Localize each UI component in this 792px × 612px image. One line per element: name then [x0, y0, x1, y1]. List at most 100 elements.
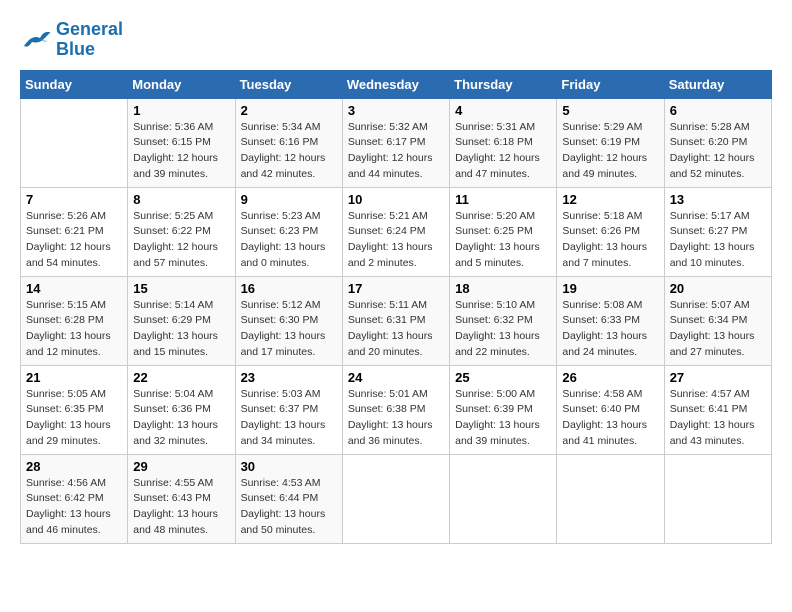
day-info: Sunrise: 5:05 AMSunset: 6:35 PMDaylight:…	[26, 387, 122, 450]
calendar-cell: 23Sunrise: 5:03 AMSunset: 6:37 PMDayligh…	[235, 365, 342, 454]
calendar-cell: 3Sunrise: 5:32 AMSunset: 6:17 PMDaylight…	[342, 98, 449, 187]
calendar-cell: 27Sunrise: 4:57 AMSunset: 6:41 PMDayligh…	[664, 365, 771, 454]
day-number: 5	[562, 103, 658, 118]
logo-icon	[20, 26, 52, 54]
day-info: Sunrise: 5:07 AMSunset: 6:34 PMDaylight:…	[670, 298, 766, 361]
calendar-header: SundayMondayTuesdayWednesdayThursdayFrid…	[21, 70, 772, 98]
calendar-cell: 7 Sunrise: 5:26 AMSunset: 6:21 PMDaylight…	[21, 187, 128, 276]
day-info: Sunrise: 5:10 AMSunset: 6:32 PMDaylight:…	[455, 298, 551, 361]
calendar-cell: 25 Sunrise: 5:00 AMSunset: 6:39 PMDayligh…	[450, 365, 557, 454]
calendar-week: 7 Sunrise: 5:26 AMSunset: 6:21 PMDaylight…	[21, 187, 772, 276]
calendar-cell: 18 Sunrise: 5:10 AMSunset: 6:32 PMDayligh…	[450, 276, 557, 365]
calendar-cell: 6 Sunrise: 5:28 AMSunset: 6:20 PMDaylight…	[664, 98, 771, 187]
calendar-cell: 16 Sunrise: 5:12 AMSunset: 6:30 PMDayligh…	[235, 276, 342, 365]
day-info: Sunrise: 5:28 AMSunset: 6:20 PMDaylight:…	[670, 120, 766, 183]
day-info: Sunrise: 5:04 AMSunset: 6:36 PMDaylight:…	[133, 387, 229, 450]
page-header: General Blue	[20, 20, 772, 60]
day-number: 13	[670, 192, 766, 207]
day-number: 11	[455, 192, 551, 207]
calendar-table: SundayMondayTuesdayWednesdayThursdayFrid…	[20, 70, 772, 544]
calendar-cell: 28 Sunrise: 4:56 AMSunset: 6:42 PMDayligh…	[21, 454, 128, 543]
calendar-cell: 14 Sunrise: 5:15 AMSunset: 6:28 PMDayligh…	[21, 276, 128, 365]
day-info: Sunrise: 5:12 AMSunset: 6:30 PMDaylight:…	[241, 298, 337, 361]
day-info: Sunrise: 4:53 AMSunset: 6:44 PMDaylight:…	[241, 476, 337, 539]
day-info: Sunrise: 5:21 AMSunset: 6:24 PMDaylight:…	[348, 209, 444, 272]
day-info: Sunrise: 5:32 AMSunset: 6:17 PMDaylight:…	[348, 120, 444, 183]
calendar-week: 14 Sunrise: 5:15 AMSunset: 6:28 PMDayligh…	[21, 276, 772, 365]
calendar-cell: 29Sunrise: 4:55 AMSunset: 6:43 PMDayligh…	[128, 454, 235, 543]
calendar-cell	[21, 98, 128, 187]
day-info: Sunrise: 5:03 AMSunset: 6:37 PMDaylight:…	[241, 387, 337, 450]
day-number: 21	[26, 370, 122, 385]
day-info: Sunrise: 4:58 AMSunset: 6:40 PMDaylight:…	[562, 387, 658, 450]
day-info: Sunrise: 4:56 AMSunset: 6:42 PMDaylight:…	[26, 476, 122, 539]
day-info: Sunrise: 5:08 AMSunset: 6:33 PMDaylight:…	[562, 298, 658, 361]
calendar-cell: 26 Sunrise: 4:58 AMSunset: 6:40 PMDayligh…	[557, 365, 664, 454]
day-number: 12	[562, 192, 658, 207]
day-info: Sunrise: 5:14 AMSunset: 6:29 PMDaylight:…	[133, 298, 229, 361]
day-number: 14	[26, 281, 122, 296]
weekday-header: Wednesday	[342, 70, 449, 98]
calendar-cell: 1 Sunrise: 5:36 AMSunset: 6:15 PMDaylight…	[128, 98, 235, 187]
calendar-cell: 24 Sunrise: 5:01 AMSunset: 6:38 PMDayligh…	[342, 365, 449, 454]
calendar-cell: 12 Sunrise: 5:18 AMSunset: 6:26 PMDayligh…	[557, 187, 664, 276]
day-number: 20	[670, 281, 766, 296]
day-number: 7	[26, 192, 122, 207]
calendar-cell: 10Sunrise: 5:21 AMSunset: 6:24 PMDayligh…	[342, 187, 449, 276]
calendar-week: 1 Sunrise: 5:36 AMSunset: 6:15 PMDaylight…	[21, 98, 772, 187]
calendar-cell	[664, 454, 771, 543]
day-info: Sunrise: 5:01 AMSunset: 6:38 PMDaylight:…	[348, 387, 444, 450]
calendar-cell: 4 Sunrise: 5:31 AMSunset: 6:18 PMDaylight…	[450, 98, 557, 187]
day-info: Sunrise: 5:18 AMSunset: 6:26 PMDaylight:…	[562, 209, 658, 272]
day-number: 6	[670, 103, 766, 118]
day-info: Sunrise: 5:20 AMSunset: 6:25 PMDaylight:…	[455, 209, 551, 272]
day-info: Sunrise: 4:55 AMSunset: 6:43 PMDaylight:…	[133, 476, 229, 539]
day-number: 4	[455, 103, 551, 118]
calendar-cell: 11 Sunrise: 5:20 AMSunset: 6:25 PMDayligh…	[450, 187, 557, 276]
calendar-cell: 5 Sunrise: 5:29 AMSunset: 6:19 PMDaylight…	[557, 98, 664, 187]
day-info: Sunrise: 5:25 AMSunset: 6:22 PMDaylight:…	[133, 209, 229, 272]
day-number: 28	[26, 459, 122, 474]
day-number: 18	[455, 281, 551, 296]
calendar-cell: 30 Sunrise: 4:53 AMSunset: 6:44 PMDayligh…	[235, 454, 342, 543]
day-number: 17	[348, 281, 444, 296]
day-number: 27	[670, 370, 766, 385]
day-number: 30	[241, 459, 337, 474]
calendar-cell: 21 Sunrise: 5:05 AMSunset: 6:35 PMDayligh…	[21, 365, 128, 454]
logo: General Blue	[20, 20, 123, 60]
day-info: Sunrise: 5:29 AMSunset: 6:19 PMDaylight:…	[562, 120, 658, 183]
calendar-cell: 22Sunrise: 5:04 AMSunset: 6:36 PMDayligh…	[128, 365, 235, 454]
day-number: 26	[562, 370, 658, 385]
day-info: Sunrise: 5:15 AMSunset: 6:28 PMDaylight:…	[26, 298, 122, 361]
calendar-cell: 2Sunrise: 5:34 AMSunset: 6:16 PMDaylight…	[235, 98, 342, 187]
calendar-cell	[342, 454, 449, 543]
day-number: 9	[241, 192, 337, 207]
weekday-header: Saturday	[664, 70, 771, 98]
calendar-week: 21 Sunrise: 5:05 AMSunset: 6:35 PMDayligh…	[21, 365, 772, 454]
day-info: Sunrise: 5:36 AMSunset: 6:15 PMDaylight:…	[133, 120, 229, 183]
weekday-header: Friday	[557, 70, 664, 98]
day-number: 24	[348, 370, 444, 385]
day-number: 2	[241, 103, 337, 118]
calendar-body: 1 Sunrise: 5:36 AMSunset: 6:15 PMDaylight…	[21, 98, 772, 543]
calendar-cell	[557, 454, 664, 543]
calendar-cell: 8 Sunrise: 5:25 AMSunset: 6:22 PMDaylight…	[128, 187, 235, 276]
day-number: 1	[133, 103, 229, 118]
day-info: Sunrise: 5:11 AMSunset: 6:31 PMDaylight:…	[348, 298, 444, 361]
day-info: Sunrise: 5:26 AMSunset: 6:21 PMDaylight:…	[26, 209, 122, 272]
day-info: Sunrise: 5:31 AMSunset: 6:18 PMDaylight:…	[455, 120, 551, 183]
calendar-cell: 17 Sunrise: 5:11 AMSunset: 6:31 PMDayligh…	[342, 276, 449, 365]
day-number: 16	[241, 281, 337, 296]
weekday-header: Tuesday	[235, 70, 342, 98]
calendar-cell: 13Sunrise: 5:17 AMSunset: 6:27 PMDayligh…	[664, 187, 771, 276]
day-info: Sunrise: 5:00 AMSunset: 6:39 PMDaylight:…	[455, 387, 551, 450]
calendar-week: 28 Sunrise: 4:56 AMSunset: 6:42 PMDayligh…	[21, 454, 772, 543]
weekday-header: Sunday	[21, 70, 128, 98]
calendar-cell: 20 Sunrise: 5:07 AMSunset: 6:34 PMDayligh…	[664, 276, 771, 365]
day-number: 15	[133, 281, 229, 296]
day-number: 25	[455, 370, 551, 385]
day-number: 8	[133, 192, 229, 207]
day-info: Sunrise: 5:23 AMSunset: 6:23 PMDaylight:…	[241, 209, 337, 272]
day-number: 19	[562, 281, 658, 296]
calendar-cell	[450, 454, 557, 543]
